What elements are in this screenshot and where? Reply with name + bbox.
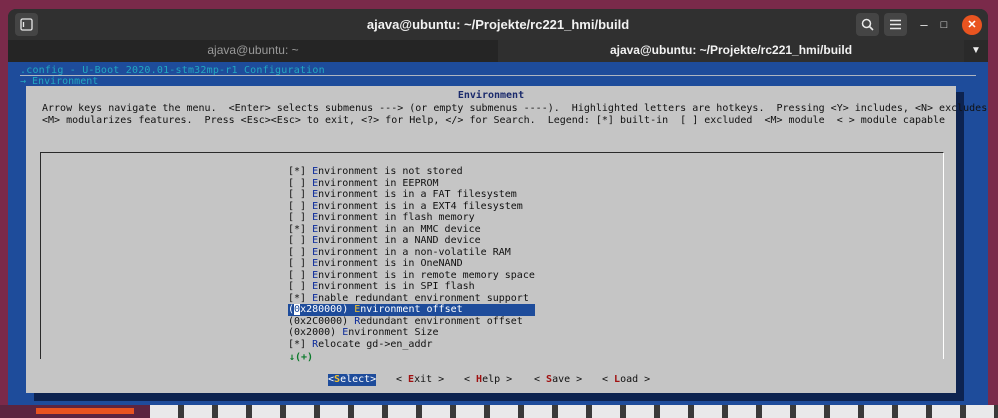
maximize-button[interactable]: □ [934,15,954,35]
menu-item-prefix: [ ] [288,200,313,212]
menu-item-prefix: [ ] [288,189,313,200]
button-label: oad > [620,374,651,385]
menu-item-label: nable redundant environment support [318,292,529,304]
menu-item[interactable]: (0x2C0000) Redundant environment offset [288,316,535,328]
menu-item-label: nvironment in an MMC device [318,223,481,235]
menu-item[interactable]: [ ] Environment in EEPROM [288,178,535,190]
menu-item-prefix: [ ] [288,258,313,269]
menu-item[interactable]: [*] Relocate gd->en_addr [288,339,535,351]
menu-item[interactable]: [*] Environment in an MMC device [288,224,535,236]
button-label: xit > [414,374,445,385]
menu-item-prefix: (0x280000) [288,304,355,315]
menu-item[interactable]: (0x280000) Environment offset [288,304,535,316]
menu-list: [*] Environment is not stored[ ] Environ… [288,166,535,350]
button-bracket: < [602,374,615,385]
button-exit[interactable]: < Exit > [396,374,444,386]
minimize-button[interactable]: – [914,15,934,35]
button-bracket: < [396,374,409,385]
menuconfig-dialog: Environment Arrow keys navigate the menu… [26,86,988,401]
menu-item-prefix: [ ] [288,235,313,246]
terminal-window: ajava@ubuntu: ~/Projekte/rc221_hmi/build… [8,9,988,405]
menu-item-prefix: [ ] [288,269,313,281]
menu-item[interactable]: [*] Environment is not stored [288,166,535,178]
tab-build[interactable]: ajava@ubuntu: ~/Projekte/rc221_hmi/build [498,40,964,62]
window-title: ajava@ubuntu: ~/Projekte/rc221_hmi/build [366,17,630,32]
menu-item[interactable]: [ ] Environment is in OneNAND [288,258,535,270]
menu-item[interactable]: [ ] Environment is in a EXT4 filesystem [288,201,535,213]
menu-item-label: edundant environment offset [360,315,523,327]
menu-item-prefix: [*] [288,338,313,350]
button-bracket: < [534,374,547,385]
help-text: Arrow keys navigate the menu. <Enter> se… [42,103,988,127]
menu-item-label: nvironment is in SPI flash [318,281,475,292]
menu-item-label: nvironment is in a EXT4 filesystem [318,200,523,212]
text-cursor: 0 [294,304,301,315]
menu-item-prefix: (0x2C0000) [288,315,355,327]
tab-home[interactable]: ajava@ubuntu: ~ [8,40,498,62]
button-bracket: < [464,374,477,385]
more-indicator: ↓(+) [289,352,314,363]
menu-item-prefix: [ ] [288,246,313,258]
menu-button[interactable] [884,13,907,36]
dialog-shadow-right [956,92,964,399]
menu-item-label: elocate gd->en_addr [318,338,433,350]
menu-item[interactable]: [ ] Environment is in a FAT filesystem [288,189,535,201]
terminal-area[interactable]: .config - U-Boot 2020.01-stm32mp-r1 Conf… [8,62,988,405]
menu-item-prefix: [*] [288,223,313,235]
tabs-dropdown-icon[interactable]: ▼ [964,40,988,62]
menu-item-label: nvironment is in a FAT filesystem [318,189,517,200]
menu-item[interactable]: [ ] Environment is in remote memory spac… [288,270,535,282]
menu-item-prefix: (0x2000) [288,327,343,338]
menu-item-label: nvironment in a non-volatile RAM [318,246,511,258]
menu-item[interactable]: [ ] Environment in a non-volatile RAM [288,247,535,259]
button-label: ave > [552,374,583,385]
menu-item-label: nvironment in flash memory [318,212,475,223]
menu-item-label: nvironment offset [360,304,463,315]
menu-item[interactable]: [ ] Environment in flash memory [288,212,535,224]
title-bar: ajava@ubuntu: ~/Projekte/rc221_hmi/build… [8,9,988,40]
button-save[interactable]: < Save > [534,374,582,386]
button-label: elect> [340,374,377,385]
menu-item-label: nvironment is not stored [318,166,463,177]
menu-item[interactable]: [*] Enable redundant environment support [288,293,535,305]
menu-item-label: nvironment in a NAND device [318,235,481,246]
menu-item-prefix: [ ] [288,281,313,292]
button-label: elp > [482,374,513,385]
search-button[interactable] [856,13,879,36]
button-help[interactable]: < Help > [464,374,512,386]
desktop-dock-strip [150,405,998,418]
search-icon [861,18,874,31]
dialog-title: Environment [457,90,525,101]
help-line-2: <M> modularizes features. Press <Esc><Es… [42,115,946,126]
menu-item-prefix: [ ] [288,177,313,189]
menu-item-label: nvironment in EEPROM [318,177,439,189]
menu-item-label: nvironment is in OneNAND [318,258,463,269]
menu-item-prefix: [ ] [288,212,313,223]
menu-item[interactable]: (0x2000) Environment Size [288,327,535,339]
menu-item-prefix: [*] [288,292,313,304]
menu-item-label: nvironment Size [348,327,439,338]
button-load[interactable]: < Load > [602,374,650,386]
menu-item[interactable]: [ ] Environment in a NAND device [288,235,535,247]
tab-bar: ajava@ubuntu: ~ ajava@ubuntu: ~/Projekte… [8,40,988,62]
close-button[interactable]: ✕ [962,15,982,35]
menu-item[interactable]: [ ] Environment is in SPI flash [288,281,535,293]
help-line-1: Arrow keys navigate the menu. <Enter> se… [42,103,988,114]
menu-item-label: nvironment is in remote memory space [318,269,535,281]
dialog-shadow-bottom [34,393,964,401]
desktop-accent-bar [36,408,134,414]
hamburger-icon [890,19,901,30]
button-select[interactable]: <Select> [328,374,377,386]
menu-item-prefix: [*] [288,166,313,177]
